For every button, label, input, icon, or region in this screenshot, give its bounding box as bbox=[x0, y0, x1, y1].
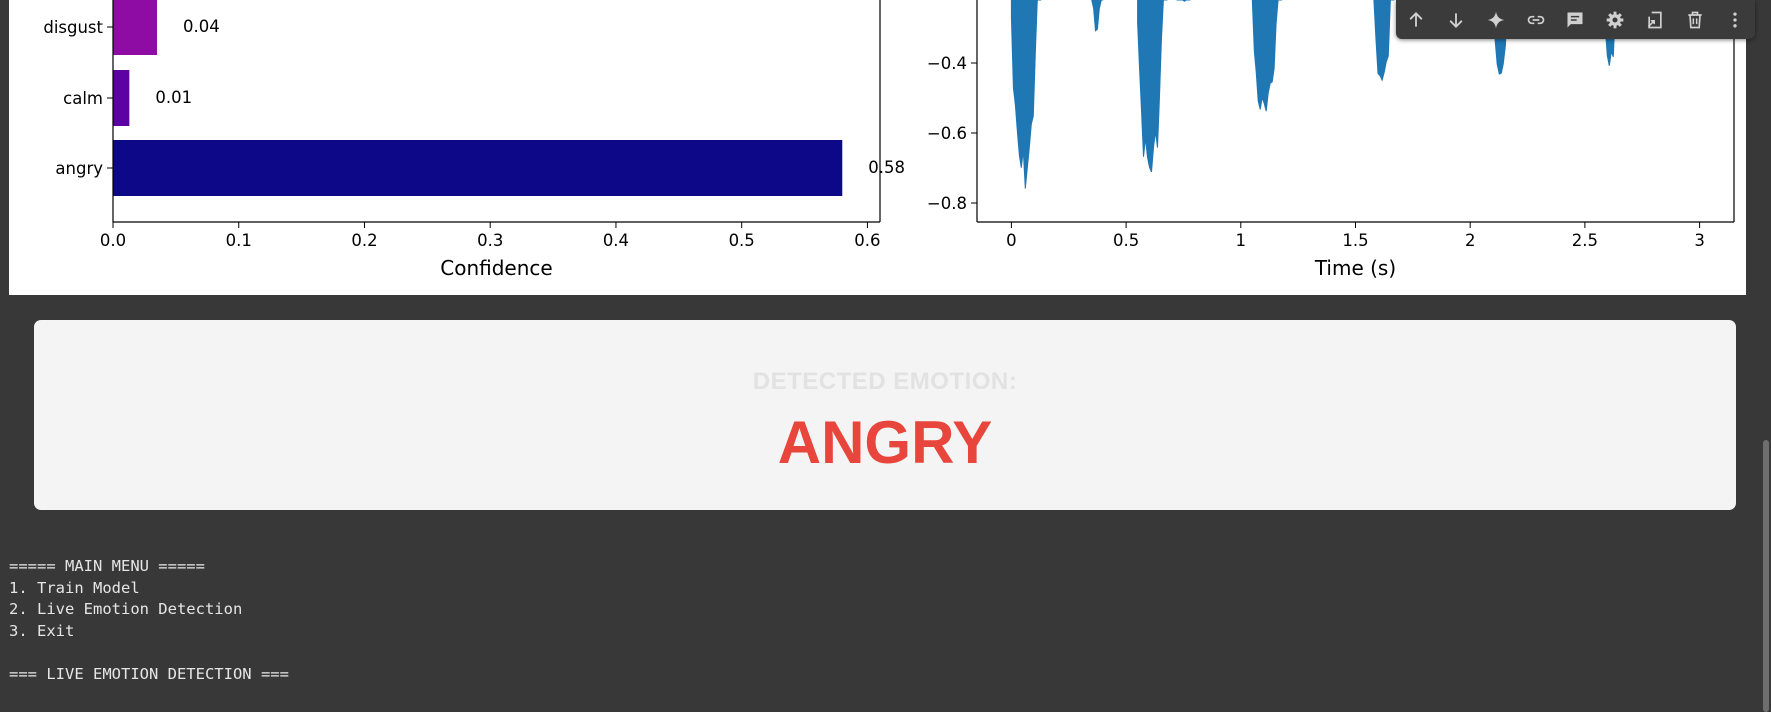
delete-cell-button[interactable] bbox=[1678, 3, 1712, 37]
move-cell-down-button[interactable] bbox=[1439, 3, 1473, 37]
bar-xtick-label: 0.3 bbox=[477, 231, 503, 250]
bar-disgust bbox=[113, 0, 158, 55]
waveform-burst bbox=[1251, 0, 1283, 112]
scrollbar-thumb[interactable] bbox=[1763, 440, 1769, 712]
wave-xtick-label: 0 bbox=[1006, 231, 1017, 250]
bar-value-label: 0.01 bbox=[155, 88, 192, 107]
console-line: 3. Exit bbox=[9, 622, 75, 641]
wave-xtick-label: 0.5 bbox=[1113, 231, 1139, 250]
cell-toolbar bbox=[1396, 0, 1755, 39]
console-line: ===== MAIN MENU ===== bbox=[9, 557, 205, 575]
wave-xlabel: Time (s) bbox=[1314, 256, 1396, 280]
gemini-button[interactable] bbox=[1479, 3, 1513, 37]
link-button[interactable] bbox=[1519, 3, 1553, 37]
sparkle-icon bbox=[1487, 11, 1505, 28]
wave-ytick-label: −0.8 bbox=[927, 194, 967, 213]
bar-xtick-label: 0.5 bbox=[729, 231, 755, 250]
bar-value-label: 0.58 bbox=[868, 158, 905, 177]
bar-angry bbox=[113, 140, 843, 196]
detected-emotion-card: DETECTED EMOTION: ANGRY bbox=[34, 320, 1736, 510]
bar-calm bbox=[113, 70, 130, 126]
comment-button[interactable] bbox=[1558, 3, 1592, 37]
arrow-up-icon bbox=[1409, 11, 1423, 27]
charts-svg: disgust 0.04 calm 0.01 angry 0.58 0.0 0.1 0.2 0.3… bbox=[43, 0, 1735, 280]
bar-category-label: angry bbox=[55, 159, 103, 178]
waveform-burst bbox=[1373, 0, 1395, 82]
bar-value-label: 0.04 bbox=[183, 17, 220, 36]
wave-ytick-label: −0.6 bbox=[927, 124, 967, 143]
comment-icon bbox=[1567, 12, 1583, 27]
settings-button[interactable] bbox=[1598, 3, 1632, 37]
bar-xlabel: Confidence bbox=[440, 256, 552, 280]
output-plot-panel: disgust 0.04 calm 0.01 angry 0.58 0.0 0.1 0.2 0.3… bbox=[9, 0, 1746, 295]
mirror-cell-button[interactable] bbox=[1638, 3, 1672, 37]
trash-icon bbox=[1688, 11, 1702, 28]
wave-xtick-label: 3 bbox=[1694, 231, 1705, 250]
more-vert-icon bbox=[1733, 12, 1737, 27]
wave-xtick-label: 1.5 bbox=[1342, 231, 1368, 250]
wave-xtick-label: 2.5 bbox=[1572, 231, 1598, 250]
waveform-burst bbox=[1010, 0, 1042, 189]
bar-xtick-label: 0.2 bbox=[351, 231, 377, 250]
link-icon bbox=[1527, 15, 1544, 24]
detected-emotion-value: ANGRY bbox=[777, 409, 993, 476]
bar-xtick-label: 0.4 bbox=[603, 231, 629, 250]
detected-emotion-label: DETECTED EMOTION: bbox=[752, 368, 1018, 395]
console-output: ===== MAIN MENU ===== 1. Train Model 2. Li… bbox=[9, 556, 1709, 686]
wave-xtick-label: 1 bbox=[1236, 231, 1247, 250]
mirror-icon bbox=[1647, 11, 1662, 28]
console-line: 1. Train Model bbox=[9, 578, 140, 597]
gear-icon bbox=[1606, 11, 1624, 28]
waveform-burst bbox=[1176, 0, 1191, 2]
console-line: === LIVE EMOTION DETECTION === bbox=[9, 665, 289, 684]
bar-category-label: calm bbox=[63, 89, 103, 108]
bar-xtick-label: 0.0 bbox=[100, 231, 126, 250]
console-line: 2. Live Emotion Detection bbox=[9, 600, 243, 619]
wave-xtick-label: 2 bbox=[1465, 231, 1476, 250]
bar-category-label: disgust bbox=[43, 18, 103, 37]
wave-ytick-label: −0.4 bbox=[927, 54, 967, 73]
waveform-burst bbox=[1091, 0, 1104, 32]
waveform-burst bbox=[1137, 0, 1168, 173]
move-cell-up-button[interactable] bbox=[1399, 3, 1433, 37]
more-options-button[interactable] bbox=[1718, 3, 1752, 37]
arrow-down-icon bbox=[1449, 12, 1463, 28]
bar-xtick-label: 0.1 bbox=[226, 231, 252, 250]
bar-xtick-label: 0.6 bbox=[854, 231, 880, 250]
